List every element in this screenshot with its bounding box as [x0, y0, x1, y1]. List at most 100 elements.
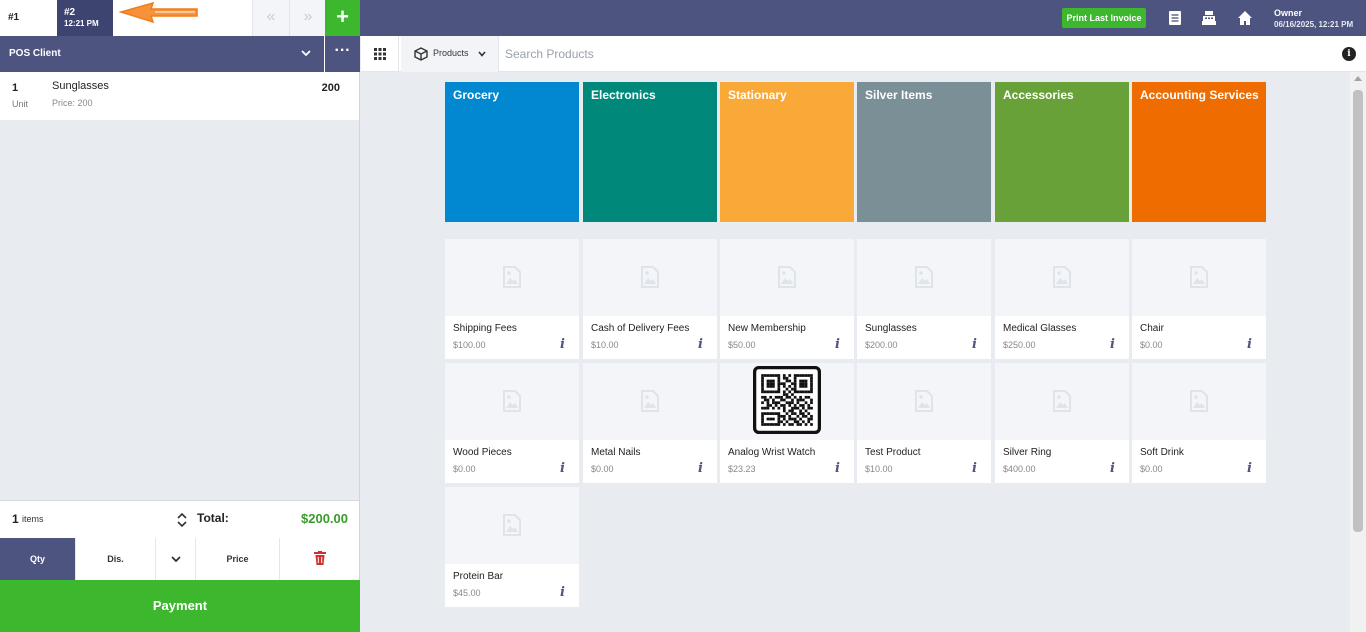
product-card[interactable]: New Membership $50.00 i: [720, 239, 854, 359]
product-name: Wood Pieces: [453, 447, 512, 458]
box-icon: [414, 47, 428, 61]
product-name: Soft Drink: [1140, 447, 1184, 458]
total-label: Total:: [197, 511, 229, 525]
product-card[interactable]: Cash of Delivery Fees $10.00 i: [583, 239, 717, 359]
product-name: Silver Ring: [1003, 447, 1052, 458]
orders-list-icon[interactable]: [1166, 9, 1184, 27]
product-info-icon[interactable]: i: [972, 337, 977, 352]
delete-line-button[interactable]: [279, 538, 359, 580]
home-icon[interactable]: [1236, 9, 1254, 27]
product-price: $10.00: [865, 464, 893, 474]
order-tab-2[interactable]: #2 12:21 PM: [57, 0, 113, 36]
discount-button[interactable]: Dis.: [75, 538, 155, 580]
next-tab-button[interactable]: »: [289, 0, 326, 36]
product-card[interactable]: Sunglasses $200.00 i: [857, 239, 991, 359]
product-info-icon[interactable]: i: [1247, 337, 1252, 352]
product-info-icon[interactable]: i: [560, 337, 565, 352]
scroll-up-icon[interactable]: [1354, 76, 1362, 81]
product-image: [1132, 239, 1266, 316]
product-card[interactable]: Analog Wrist Watch $23.23 i: [720, 363, 854, 483]
product-image: [995, 363, 1129, 440]
user-info[interactable]: Owner 06/16/2025, 12:21 PM: [1274, 8, 1353, 29]
product-price: $200.00: [865, 340, 898, 350]
product-info-icon[interactable]: i: [1110, 337, 1115, 352]
image-placeholder-icon: [915, 266, 933, 288]
search-scope-selector[interactable]: Products: [401, 36, 499, 72]
search-input[interactable]: [505, 42, 1105, 66]
qty-button[interactable]: Qty: [0, 538, 75, 580]
add-order-button[interactable]: +: [325, 0, 360, 36]
qr-code-icon: [753, 366, 821, 434]
product-card[interactable]: Test Product $10.00 i: [857, 363, 991, 483]
product-info-icon[interactable]: i: [835, 337, 840, 352]
product-card[interactable]: Shipping Fees $100.00 i: [445, 239, 579, 359]
discount-dropdown[interactable]: [155, 538, 195, 580]
info-icon[interactable]: i: [1342, 47, 1356, 61]
image-placeholder-icon: [1053, 266, 1071, 288]
product-price: $100.00: [453, 340, 486, 350]
item-count-label: items: [22, 514, 44, 524]
product-info-icon[interactable]: i: [698, 461, 703, 476]
cart-panel: POS Client ··· 1 Unit Sunglasses Price: …: [0, 36, 360, 632]
search-scope-label: Products: [433, 48, 469, 58]
product-name: Shipping Fees: [453, 323, 517, 334]
product-info-icon[interactable]: i: [560, 585, 565, 600]
category-name: Accounting Services: [1140, 88, 1259, 102]
product-image: [1132, 363, 1266, 440]
product-name: Sunglasses: [865, 323, 917, 334]
user-name: Owner: [1274, 8, 1303, 18]
product-info-icon[interactable]: i: [1110, 461, 1115, 476]
product-info-icon[interactable]: i: [560, 461, 565, 476]
category-name: Accessories: [1003, 88, 1074, 102]
prev-tab-button[interactable]: «: [252, 0, 289, 36]
product-card[interactable]: Soft Drink $0.00 i: [1132, 363, 1266, 483]
product-image: [857, 239, 991, 316]
product-name: New Membership: [728, 323, 806, 334]
product-card[interactable]: Protein Bar $45.00 i: [445, 487, 579, 607]
chevron-down-icon: [478, 51, 486, 57]
category-tile-grocery[interactable]: Grocery: [445, 82, 579, 222]
image-placeholder-icon: [1190, 266, 1208, 288]
cart-line-item[interactable]: 1 Unit Sunglasses Price: 200 200: [0, 72, 359, 120]
scrollbar-thumb[interactable]: [1353, 90, 1363, 532]
product-card[interactable]: Metal Nails $0.00 i: [583, 363, 717, 483]
print-last-invoice-button[interactable]: Print Last Invoice: [1062, 8, 1146, 28]
product-image: [720, 363, 854, 440]
image-placeholder-icon: [503, 390, 521, 412]
product-info-icon[interactable]: i: [835, 461, 840, 476]
product-card[interactable]: Wood Pieces $0.00 i: [445, 363, 579, 483]
client-more-button[interactable]: ···: [324, 36, 360, 72]
product-info-icon[interactable]: i: [698, 337, 703, 352]
product-info-icon[interactable]: i: [1247, 461, 1252, 476]
product-card[interactable]: Silver Ring $400.00 i: [995, 363, 1129, 483]
chevron-down-icon[interactable]: [298, 45, 314, 61]
image-placeholder-icon: [503, 266, 521, 288]
image-placeholder-icon: [1053, 390, 1071, 412]
expand-collapse-icon[interactable]: [176, 511, 188, 529]
image-placeholder-icon: [641, 390, 659, 412]
cart-summary: 1 items Total: $200.00: [0, 500, 359, 538]
grid-icon: [374, 48, 386, 60]
cash-register-icon[interactable]: [1200, 9, 1218, 27]
product-card[interactable]: Medical Glasses $250.00 i: [995, 239, 1129, 359]
client-selector[interactable]: POS Client ···: [0, 36, 360, 72]
order-tab-time: 12:21 PM: [64, 19, 99, 28]
top-bar: #1 #2 12:21 PM « » + Print Last Invoice …: [0, 0, 1366, 36]
product-info-icon[interactable]: i: [972, 461, 977, 476]
category-tile-stationary[interactable]: Stationary: [720, 82, 854, 222]
category-tile-silver-items[interactable]: Silver Items: [857, 82, 991, 222]
payment-button[interactable]: Payment: [0, 580, 360, 632]
image-placeholder-icon: [1190, 390, 1208, 412]
order-tab-1[interactable]: #1: [0, 0, 57, 36]
category-tile-electronics[interactable]: Electronics: [583, 82, 717, 222]
category-tile-accounting-services[interactable]: Accounting Services: [1132, 82, 1266, 222]
scrollbar[interactable]: [1350, 72, 1366, 632]
product-card[interactable]: Chair $0.00 i: [1132, 239, 1266, 359]
arrow-annotation-icon: [118, 1, 198, 24]
category-tile-accessories[interactable]: Accessories: [995, 82, 1129, 222]
product-name: Medical Glasses: [1003, 323, 1077, 334]
price-button[interactable]: Price: [195, 538, 279, 580]
line-product-name: Sunglasses: [52, 80, 109, 92]
grid-view-button[interactable]: [361, 36, 399, 72]
product-price: $0.00: [1140, 464, 1163, 474]
